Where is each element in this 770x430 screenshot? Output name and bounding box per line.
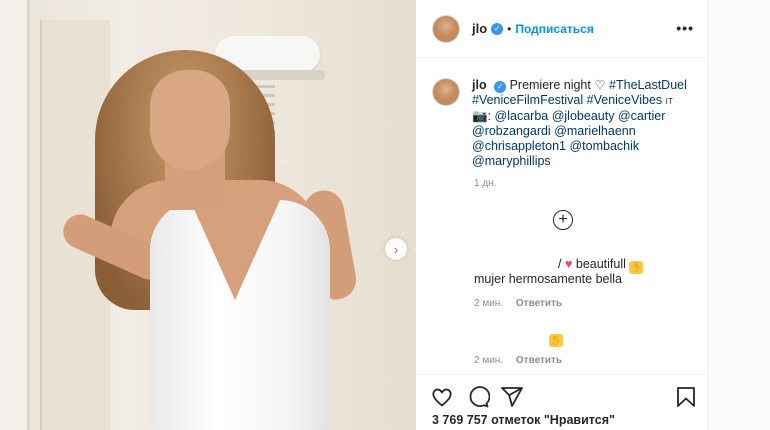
caption: jlo ✓ Premiere night ♡ #TheLastDuel #Ven… [432, 78, 702, 169]
hashtag-thelastduel[interactable]: #TheLastDuel [609, 78, 687, 92]
caption-avatar[interactable] [432, 78, 460, 106]
comment-1-meta: 2 мин. Ответить [474, 298, 562, 309]
avatar[interactable] [432, 14, 460, 43]
praying-hands-icon: ✋ [549, 334, 563, 347]
header-separator: • [507, 21, 512, 36]
heart-outline-emoji: ♡ [594, 78, 606, 92]
verified-badge-icon: ✓ [491, 22, 504, 35]
camera-emoji: 📷 [472, 109, 488, 123]
post-header: jlo ✓ • Подписаться ••• [416, 0, 708, 58]
next-photo-button[interactable]: › [385, 238, 407, 260]
save-bookmark-icon[interactable] [674, 385, 698, 409]
like-heart-icon[interactable] [430, 385, 454, 409]
post-photo[interactable]: › [0, 0, 416, 430]
mention-marielhaenn[interactable]: @marielhaenn [554, 124, 635, 138]
caption-colon: : [487, 109, 492, 123]
comment-2-time: 2 мин. [474, 355, 504, 366]
comment-1-reply-button[interactable]: Ответить [516, 298, 562, 309]
post-actions-bar: 3 769 757 отметок "Нравится" [416, 374, 708, 430]
likes-count[interactable]: 3 769 757 отметок "Нравится" [432, 413, 615, 427]
mention-chrisappleton1[interactable]: @chrisappleton1 [472, 139, 566, 153]
comment-1-line2: mujer hermosamente bella [474, 272, 622, 286]
mention-cartier[interactable]: @cartier [618, 109, 665, 123]
mention-maryphillips[interactable]: @maryphillips [472, 154, 551, 168]
caption-username[interactable]: jlo [472, 78, 487, 92]
hashtag-venicefilmfestival[interactable]: #VeniceFilmFestival [472, 93, 583, 107]
header-username[interactable]: jlo [472, 21, 487, 36]
post-side-panel: jlo ✓ • Подписаться ••• jlo ✓ Premiere n… [416, 0, 708, 430]
comment-1-time: 2 мин. [474, 298, 504, 309]
mention-robzangardi[interactable]: @robzangardi [472, 124, 551, 138]
mention-jlobeauty[interactable]: @jlobeauty [552, 109, 615, 123]
share-icon[interactable] [500, 385, 524, 409]
comment-2-meta: 2 мин. Ответить [474, 355, 562, 366]
comment-1-text: beautifull [575, 257, 626, 271]
comment-2-reply-button[interactable]: Ответить [516, 355, 562, 366]
page-background [708, 0, 770, 430]
comment-1-prefix: / [558, 257, 562, 271]
caption-mark: IT [665, 97, 673, 106]
post-modal: › jlo ✓ • Подписаться ••• jlo ✓ Premiere… [0, 0, 708, 430]
red-heart-icon: ♥ [564, 257, 573, 271]
photo-wall [0, 0, 30, 430]
hashtag-venicevibes[interactable]: #VeniceVibes [587, 93, 663, 107]
load-more-comments-button[interactable]: + [553, 210, 573, 230]
mention-tombachik[interactable]: @tombachik [569, 139, 639, 153]
comment-2-line1: ✋ [549, 330, 563, 347]
caption-body: Premiere night [509, 78, 591, 92]
praying-hands-icon: ✋ [629, 261, 644, 274]
follow-button[interactable]: Подписаться [515, 22, 593, 36]
caption-timestamp: 1 дн. [474, 178, 497, 189]
comment-icon[interactable] [466, 385, 490, 409]
photo-face [150, 70, 230, 170]
more-options-icon[interactable]: ••• [676, 20, 694, 36]
caption-text: jlo ✓ Premiere night ♡ #TheLastDuel #Ven… [472, 78, 687, 169]
caption-verified-icon: ✓ [494, 80, 507, 93]
mention-lacarba[interactable]: @lacarba [495, 109, 549, 123]
